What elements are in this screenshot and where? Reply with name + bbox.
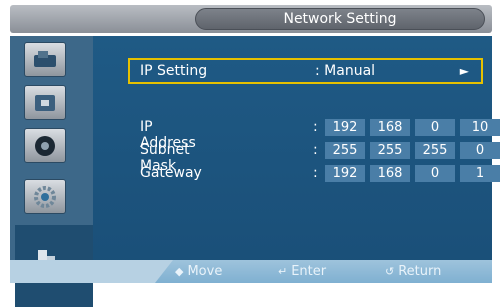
subnet-mask-octet-4[interactable]: 0 — [460, 142, 500, 159]
gateway-octet-4[interactable]: 1 — [460, 165, 500, 182]
sound-icon — [35, 94, 55, 111]
footer-move: ◆ Move — [175, 264, 222, 279]
title-bar: Network Setting — [10, 5, 492, 33]
ip-address-octet-3[interactable]: 0 — [415, 119, 455, 136]
ip-address-colon: : — [313, 119, 318, 135]
ip-setting-value: : Manual — [315, 63, 376, 79]
main-panel: IP Setting : Manual ► IP Address : 192 1… — [93, 36, 500, 271]
footer-return: ↺ Return — [385, 264, 441, 279]
gateway-octet-3[interactable]: 0 — [415, 165, 455, 182]
gateway-octets: 192 168 0 1 — [325, 165, 500, 182]
osd-window: Network Setting IP Setting: Manual ► IP… — [0, 0, 503, 307]
arrow-right-icon: ► — [459, 64, 469, 78]
footer-enter-label: Enter — [291, 264, 327, 279]
window-title: Network Setting — [195, 8, 485, 30]
subnet-mask-octet-1[interactable]: 255 — [325, 142, 365, 159]
subnet-mask-octet-3[interactable]: 255 — [415, 142, 455, 159]
gateway-label: Gateway — [140, 165, 202, 181]
subnet-mask-octets: 255 255 255 0 — [325, 142, 500, 159]
gateway-octet-2[interactable]: 168 — [370, 165, 410, 182]
gateway-colon: : — [313, 165, 318, 181]
sidebar-item-picture[interactable] — [24, 42, 66, 77]
footer-move-label: Move — [187, 264, 223, 279]
gateway-octet-1[interactable]: 192 — [325, 165, 365, 182]
ip-address-octet-1[interactable]: 192 — [325, 119, 365, 136]
sidebar-item-setup[interactable] — [24, 128, 66, 163]
picture-icon — [34, 50, 56, 67]
network-settings-icon — [34, 185, 56, 208]
ip-address-octet-2[interactable]: 168 — [370, 119, 410, 136]
footer-bar: ◆ Move ↵ Enter ↺ Return — [10, 260, 492, 283]
ip-address-octet-4[interactable]: 10 — [460, 119, 500, 136]
footer-enter: ↵ Enter — [278, 264, 326, 279]
ip-address-octets: 192 168 0 10 — [325, 119, 500, 136]
subnet-mask-octet-2[interactable]: 255 — [370, 142, 410, 159]
setup-icon — [35, 135, 55, 156]
footer-return-label: Return — [398, 264, 442, 279]
move-icon: ◆ — [175, 265, 184, 278]
sidebar-item-sound[interactable] — [24, 85, 66, 120]
sidebar-item-network[interactable] — [24, 179, 66, 214]
ip-setting-row[interactable]: IP Setting : Manual ► — [128, 58, 483, 84]
sidebar — [10, 36, 93, 307]
ip-setting-label: IP Setting — [140, 63, 208, 79]
subnet-mask-colon: : — [313, 142, 318, 158]
return-icon: ↺ — [385, 265, 395, 278]
enter-icon: ↵ — [278, 265, 288, 278]
